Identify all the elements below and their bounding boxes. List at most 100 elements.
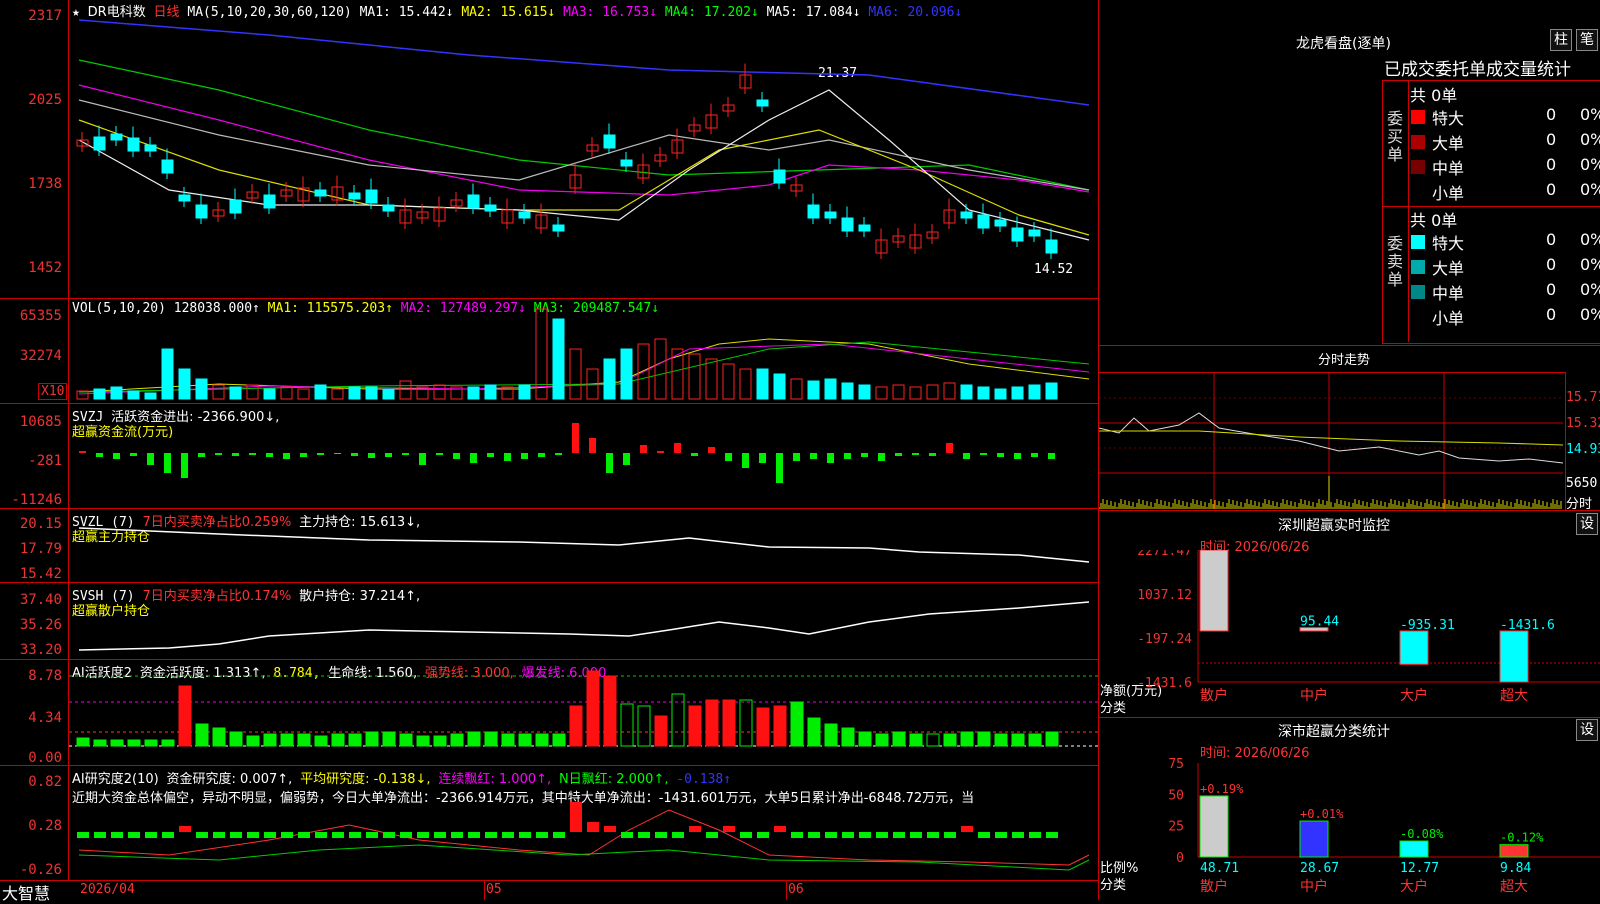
candle-body xyxy=(263,194,276,209)
ai3-bar xyxy=(162,832,174,838)
ai3-a: 资金研究度: 0.007↑, xyxy=(166,772,293,787)
volume-bar xyxy=(1028,384,1041,400)
ai2-bar xyxy=(535,733,549,747)
ai2-bar xyxy=(858,731,872,747)
ai3-bar xyxy=(1029,832,1041,838)
classify-value-label: 12.77 xyxy=(1400,861,1439,876)
candle-body xyxy=(858,224,871,232)
ai3-bar xyxy=(706,832,718,838)
price-axis-4: 1452 xyxy=(28,260,62,276)
fenshi-svg[interactable] xyxy=(1099,373,1563,509)
classify-pct-label: +0.01% xyxy=(1300,807,1344,821)
ai3-header: AI研究度2(10) 资金研究度: 0.007↑, 平均研究度: -0.138↓… xyxy=(72,768,731,787)
ai2-bar xyxy=(654,715,668,747)
ai2-bar xyxy=(433,735,447,747)
ai2-bar xyxy=(705,699,719,747)
monitor-chart[interactable]: 2271.47 1037.12 -197.24 -1431.6 2271.47 95.4… xyxy=(1100,550,1600,720)
row-percent: 0% xyxy=(1580,180,1600,199)
ai3-bar xyxy=(417,832,429,838)
monitor-value-label: -1431.6 xyxy=(1500,618,1555,633)
svzj-bar xyxy=(1014,453,1021,459)
volume-bar xyxy=(722,363,735,400)
svzj-chart[interactable] xyxy=(69,408,1098,508)
candle-body xyxy=(1011,227,1024,242)
volume-bar xyxy=(93,388,106,400)
legend-swatch xyxy=(1411,110,1425,124)
ai3-bar xyxy=(400,832,412,838)
ai2-chart[interactable] xyxy=(69,662,1098,764)
ai3-d: N日飘红: 2.000↑, xyxy=(558,772,669,787)
candle-body xyxy=(110,133,123,141)
ai3-bar xyxy=(298,832,310,838)
svzj-bar xyxy=(283,453,290,459)
legend-swatch xyxy=(1411,160,1425,174)
svzj-bar xyxy=(487,453,494,457)
ai2-bar xyxy=(603,675,617,747)
volume-bar xyxy=(263,388,276,400)
row-value: 0 xyxy=(1546,255,1557,274)
ai2-bar xyxy=(688,705,702,747)
candle-body xyxy=(178,194,191,202)
volume-chart[interactable] xyxy=(69,304,1098,402)
candle-body xyxy=(994,219,1007,227)
svzj-bar xyxy=(759,453,766,463)
svzj-bar xyxy=(147,453,154,465)
svzj-bar xyxy=(130,453,137,456)
svzj-bar xyxy=(113,453,120,459)
ai3-bar xyxy=(723,826,735,832)
candlestick-chart[interactable] xyxy=(69,0,1098,298)
row-label: 特大 xyxy=(1432,109,1465,128)
volume-bar xyxy=(892,384,905,400)
bar-mode-button[interactable]: 柱 xyxy=(1550,29,1572,51)
longhu-tabs[interactable]: 已成交委托单成交量统计 xyxy=(1384,55,1571,80)
svzj-bar xyxy=(385,453,392,457)
ai3-bar xyxy=(536,832,548,838)
svsh-chart[interactable] xyxy=(69,584,1098,658)
ai3-bar xyxy=(961,826,973,832)
svzl-chart[interactable] xyxy=(69,520,1098,580)
ai2-bar xyxy=(1028,733,1042,747)
ai3-axis-2: 0.28 xyxy=(28,818,62,834)
volume-bar xyxy=(348,386,361,400)
monitor-value-label: 2271.47 xyxy=(1200,550,1255,552)
ai3-bar xyxy=(247,832,259,838)
ai3-bar xyxy=(672,832,684,838)
ai3-chart[interactable] xyxy=(69,800,1098,880)
classify-bar xyxy=(1499,844,1529,858)
monitor-axis-label: 1037.12 xyxy=(1137,588,1192,603)
ai3-bar xyxy=(604,826,616,832)
stroke-mode-button[interactable]: 笔 xyxy=(1576,29,1598,51)
fenshi-axis-1: 15.71 xyxy=(1566,390,1600,405)
ai2-bar xyxy=(195,723,209,747)
ai3-bar xyxy=(808,832,820,838)
candle-body xyxy=(195,204,208,219)
candle-body xyxy=(1045,239,1058,254)
ai3-bar xyxy=(502,832,514,838)
ai3-bar xyxy=(995,832,1007,838)
fenshi-axis-3: 14.93 xyxy=(1566,442,1600,457)
fenshi-title: 分时走势 xyxy=(1318,353,1371,368)
row-value: 0 xyxy=(1546,105,1557,124)
classify-chart[interactable]: 75 50 25 0 +0.19% 48.71 +0.01% 28.67 -0.08% 12.7… xyxy=(1100,755,1600,900)
ai2-bar xyxy=(382,731,396,747)
ai2-bar xyxy=(76,737,90,747)
monitor-settings-button[interactable]: 设 xyxy=(1576,513,1598,535)
volume-bar xyxy=(297,388,310,400)
vol-axis-2: 32274 xyxy=(19,348,62,364)
monitor-axis-label: -1431.6 xyxy=(1137,676,1192,691)
row-percent: 0% xyxy=(1580,305,1600,324)
svzj-bar xyxy=(79,451,86,453)
volume-bar xyxy=(773,373,786,400)
svzj-bar xyxy=(572,423,579,453)
svzj-bar xyxy=(623,453,630,465)
ai2-bar xyxy=(144,739,158,747)
ma5-line xyxy=(78,99,1090,191)
classify-category-label: 中户 xyxy=(1300,878,1328,895)
ai3-bar xyxy=(978,832,990,838)
volume-bar xyxy=(229,386,242,400)
ai3-bar xyxy=(944,832,956,838)
candle-body xyxy=(93,136,106,151)
classify-settings-button[interactable]: 设 xyxy=(1576,719,1598,741)
price-axis-1: 2317 xyxy=(28,8,62,24)
divider-vol xyxy=(0,403,1098,404)
